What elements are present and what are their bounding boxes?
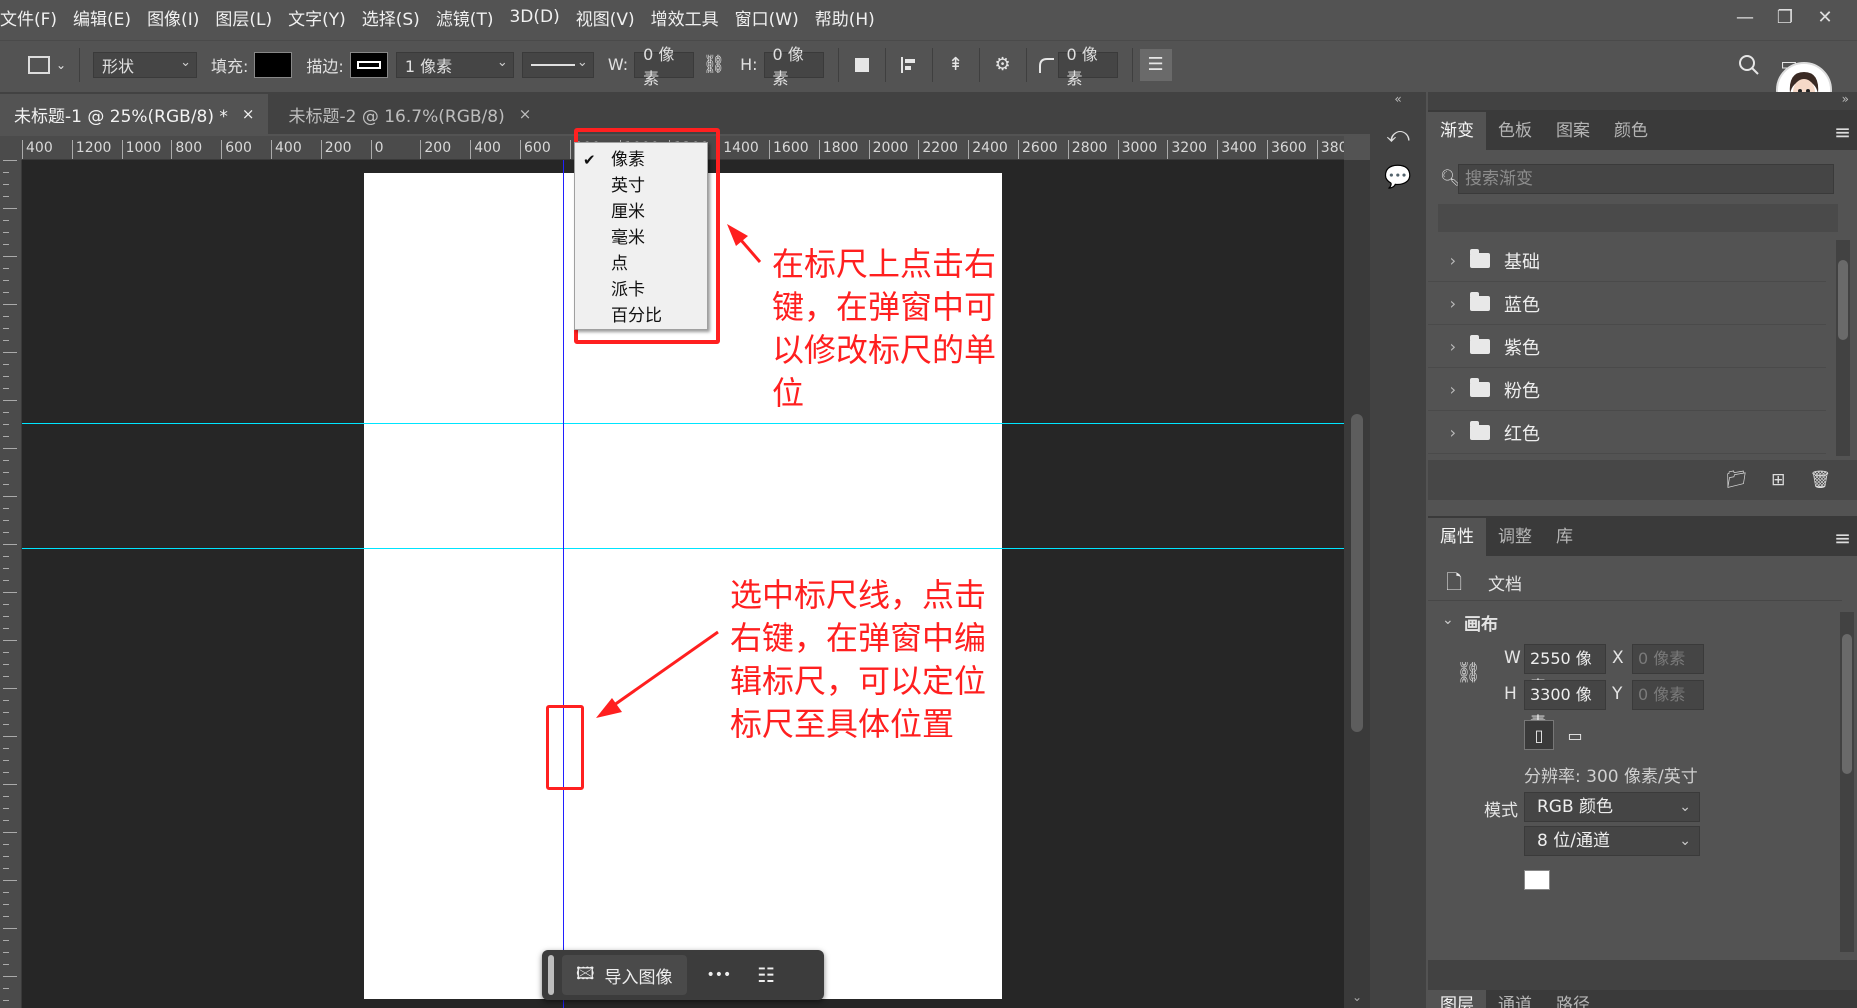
right-panel-column: » 渐变 色板 图案 颜色 ≡ 🔍︎ 搜索渐变 › 基础 › 蓝色 › 紫色 › 粉色	[1428, 92, 1857, 1008]
canvas-height-input[interactable]: 3300 像素	[1524, 680, 1606, 732]
bit-depth-value: 8 位/通道	[1537, 831, 1610, 851]
tab-properties[interactable]: 属性	[1428, 518, 1486, 556]
tab-swatches[interactable]: 色板	[1486, 112, 1544, 150]
properties-scrollbar[interactable]	[1840, 612, 1854, 952]
chevron-down-icon: ⌄	[1679, 833, 1691, 849]
document-label: 文档	[1488, 575, 1522, 595]
gradient-folder-pinks[interactable]: › 粉色	[1428, 369, 1826, 411]
import-image-label: 导入图像	[604, 967, 673, 988]
collapse-dock-icon[interactable]: «	[1370, 92, 1426, 110]
canvas-x-label: X	[1612, 648, 1624, 668]
gradient-panel-footer: 📁︎ ⊞ 🗑︎	[1428, 460, 1857, 500]
annotation-edit-guide: 选中标尺线，点击 右键，在弹窗中编 辑标尺，可以定位 标尺至具体位置	[730, 574, 986, 746]
tab-paths[interactable]: 路径	[1544, 990, 1602, 1008]
annotation-ruler-units: 在标尺上点击右 键，在弹窗中可 以修改标尺的单 位	[772, 243, 996, 415]
annotation-line: 以修改标尺的单	[772, 331, 997, 369]
gradient-folder-reds[interactable]: › 红色	[1428, 412, 1826, 454]
canvas-x-input[interactable]: 0 像素	[1632, 644, 1704, 674]
photoshop-window: 文件(F) 编辑(E) 图像(I) 图层(L) 文字(Y) 选择(S) 滤镜(T…	[0, 0, 1857, 1008]
chevron-right-icon: ›	[1449, 294, 1456, 313]
annotation-line: 标尺至具体位置	[730, 705, 955, 743]
gradient-list-scrollbar[interactable]	[1836, 240, 1850, 456]
gradient-panel-tabs: 渐变 色板 图案 颜色 ≡	[1428, 110, 1857, 150]
tab-layers[interactable]: 图层	[1428, 990, 1486, 1008]
gradient-panel-body: 🔍︎ 搜索渐变 › 基础 › 蓝色 › 紫色 › 粉色 › 红色 📁︎ ⊞ 🗑︎	[1428, 150, 1857, 570]
chevron-down-icon[interactable]: ⌄	[1442, 612, 1454, 628]
chevron-right-icon: ›	[1449, 251, 1456, 270]
folder-icon	[1470, 421, 1490, 440]
chevron-right-icon: ›	[1449, 337, 1456, 356]
folder-label: 红色	[1504, 423, 1540, 445]
add-icon[interactable]: ⊞	[1771, 470, 1785, 490]
folder-label: 蓝色	[1504, 294, 1540, 316]
gradient-folder-purples[interactable]: › 紫色	[1428, 326, 1826, 368]
folder-icon	[1470, 378, 1490, 397]
gradient-folder-basics[interactable]: › 基础	[1428, 240, 1826, 282]
trash-icon[interactable]: 🗑︎	[1809, 470, 1831, 490]
canvas-height-label: H	[1504, 684, 1517, 704]
comments-icon[interactable]: 💬	[1378, 160, 1418, 194]
tab-color[interactable]: 颜色	[1602, 112, 1660, 150]
resolution-text: 分辨率: 300 像素/英寸	[1524, 767, 1698, 787]
settings-sliders-icon[interactable]: ☷	[757, 963, 775, 987]
scrollbar-thumb[interactable]	[1838, 260, 1848, 340]
folder-label: 紫色	[1504, 337, 1540, 359]
background-color-swatch[interactable]	[1524, 870, 1550, 890]
history-icon[interactable]: ⤺	[1378, 118, 1418, 152]
canvas-y-label: Y	[1612, 684, 1623, 704]
tab-channels[interactable]: 通道	[1486, 990, 1544, 1008]
tab-patterns[interactable]: 图案	[1544, 112, 1602, 150]
chevron-right-icon: ›	[1449, 380, 1456, 399]
annotation-line: 在标尺上点击右	[772, 245, 997, 283]
more-options-button[interactable]: •••	[707, 967, 732, 983]
tab-gradients[interactable]: 渐变	[1428, 112, 1486, 150]
annotation-line: 辑标尺，可以定位	[730, 662, 987, 700]
scrollbar-thumb[interactable]	[1842, 634, 1852, 774]
annotation-line: 选中标尺线，点击	[730, 576, 987, 614]
document-icon: 🗋	[1446, 570, 1463, 594]
drag-handle[interactable]	[548, 955, 554, 995]
gradient-search-input[interactable]: 搜索渐变	[1458, 164, 1834, 194]
canvas-width-label: W	[1504, 648, 1521, 668]
panel-menu-icon[interactable]: ≡	[1834, 526, 1851, 550]
canvas-section-title: 画布	[1464, 615, 1498, 635]
annotation-line: 键，在弹窗中可	[772, 288, 997, 326]
tab-libraries[interactable]: 库	[1544, 518, 1585, 556]
annotation-line: 位	[772, 374, 805, 412]
chevron-right-icon: ›	[1449, 423, 1456, 442]
folder-label: 基础	[1504, 251, 1540, 273]
annotation-line: 右键，在弹窗中编	[730, 619, 987, 657]
layers-panel-tabs: 图层 通道 路径	[1428, 990, 1857, 1008]
portrait-orientation-icon[interactable]: ▯	[1524, 720, 1554, 750]
bit-depth-select[interactable]: 8 位/通道 ⌄	[1524, 826, 1700, 856]
tab-adjustments[interactable]: 调整	[1486, 518, 1544, 556]
panel-menu-icon[interactable]: ≡	[1834, 120, 1851, 144]
color-mode-value: RGB 颜色	[1537, 797, 1614, 817]
canvas-width-input[interactable]: 2550 像素	[1524, 644, 1606, 696]
image-import-icon: 🖾	[576, 963, 595, 984]
folder-icon	[1470, 249, 1490, 268]
landscape-orientation-icon[interactable]: ▭	[1560, 720, 1590, 750]
import-image-button[interactable]: 🖾 导入图像	[562, 955, 687, 995]
folder-icon	[1470, 292, 1490, 311]
properties-panel-body: 🗋 文档 ⌄ 画布 ⛓ W 2550 像素 H 3300 像素 X 0 像素 Y…	[1428, 556, 1857, 960]
canvas-y-input[interactable]: 0 像素	[1632, 680, 1704, 710]
new-folder-icon[interactable]: 📁︎	[1726, 470, 1748, 490]
collapse-panels-icon[interactable]: »	[1842, 92, 1849, 106]
link-dimensions-icon[interactable]: ⛓	[1456, 660, 1481, 684]
contextual-taskbar: 🖾 导入图像 ••• ☷	[542, 950, 824, 1000]
properties-panel-tabs: 属性 调整 库 ≡	[1428, 516, 1857, 556]
folder-icon	[1470, 335, 1490, 354]
folder-label: 粉色	[1504, 380, 1540, 402]
mode-label: 模式	[1484, 801, 1518, 821]
gradient-folder-blues[interactable]: › 蓝色	[1428, 283, 1826, 325]
panel-dock: « ⤺ 💬	[1370, 92, 1426, 1008]
color-mode-select[interactable]: RGB 颜色 ⌄	[1524, 792, 1700, 822]
gradient-preview-strip	[1438, 204, 1838, 232]
chevron-down-icon: ⌄	[1679, 799, 1691, 815]
